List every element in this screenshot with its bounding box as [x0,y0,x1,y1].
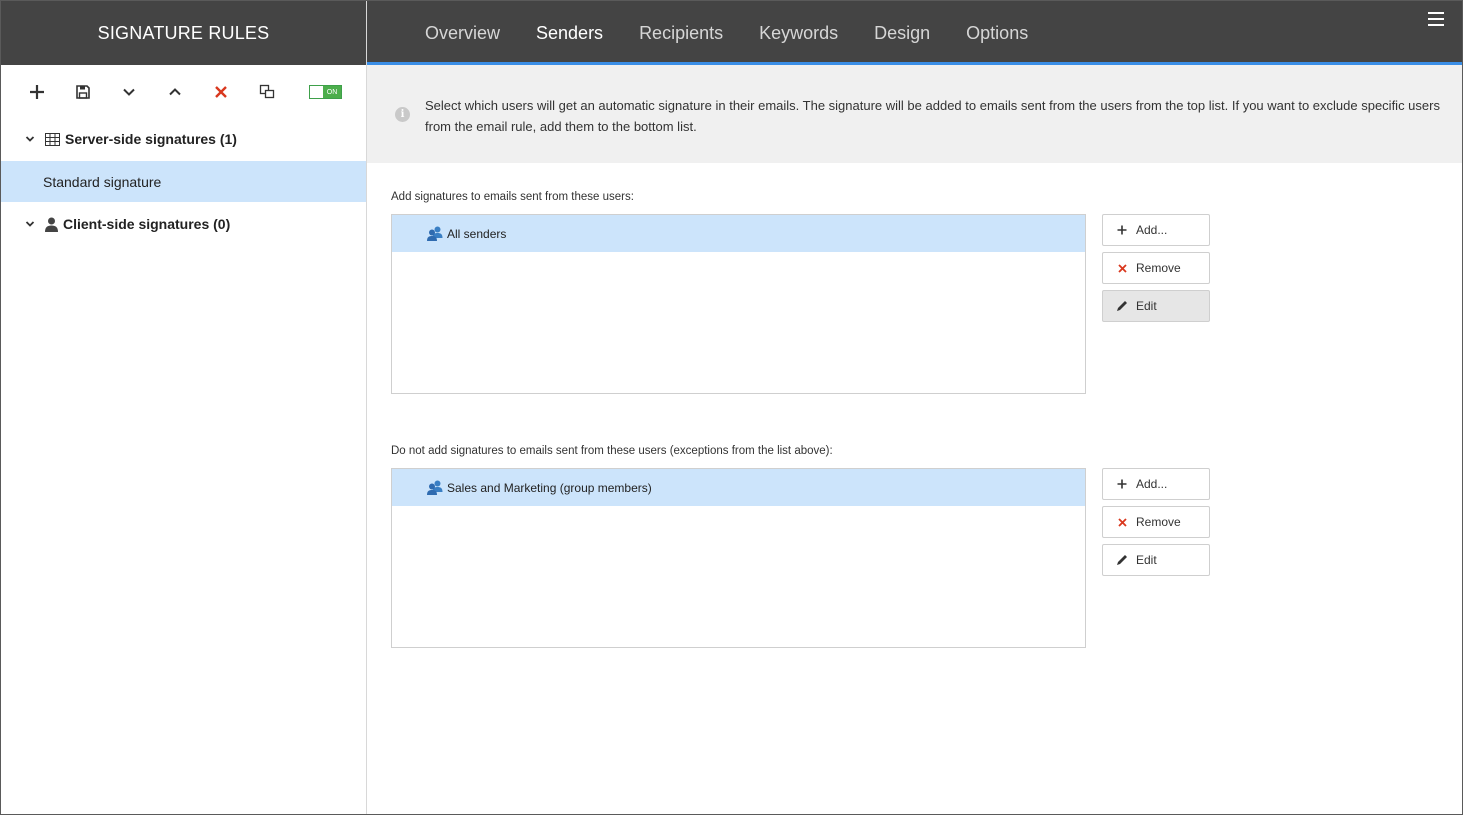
users-group-icon [427,480,443,495]
list-item[interactable]: All senders [392,215,1085,252]
info-text: Select which users will get an automatic… [425,98,1440,134]
list-item-label: All senders [447,226,507,241]
chevron-down-icon[interactable] [25,219,39,229]
tree-group-client-side[interactable]: Client-side signatures (0) [1,204,366,244]
pencil-icon [1115,554,1129,566]
button-label: Remove [1136,261,1181,275]
tab-design[interactable]: Design [856,1,948,65]
tree-item-standard-signature[interactable]: Standard signature [1,161,366,202]
tab-keywords[interactable]: Keywords [741,1,856,65]
tab-overview[interactable]: Overview [407,1,518,65]
move-down-icon[interactable] [117,80,141,104]
save-icon[interactable] [71,80,95,104]
plus-icon [1115,479,1129,489]
button-label: Remove [1136,515,1181,529]
include-users-list[interactable]: All senders [391,214,1086,394]
add-icon[interactable] [25,80,49,104]
info-icon: i [395,107,410,122]
menu-icon[interactable] [1428,12,1444,26]
exclude-add-button[interactable]: Add... [1102,468,1210,500]
close-icon [1115,517,1129,527]
server-icon [45,132,60,146]
chevron-down-icon[interactable] [25,134,39,144]
button-label: Add... [1136,223,1168,237]
tab-options[interactable]: Options [948,1,1046,65]
info-panel: i Select which users will get an automat… [367,65,1462,163]
include-add-button[interactable]: Add... [1102,214,1210,246]
toggle-label: ON [323,86,341,98]
close-icon [1115,263,1129,273]
tab-senders[interactable]: Senders [518,1,622,65]
exclude-edit-button[interactable]: Edit [1102,544,1210,576]
include-edit-button[interactable]: Edit [1102,290,1210,322]
include-remove-button[interactable]: Remove [1102,252,1210,284]
users-group-icon [427,226,443,241]
exclude-remove-button[interactable]: Remove [1102,506,1210,538]
tree-item-label: Standard signature [43,173,162,190]
tree-group-label: Server-side signatures (1) [65,131,237,147]
plus-icon [1115,225,1129,235]
tab-recipients[interactable]: Recipients [621,1,741,65]
tree-group-server-side[interactable]: Server-side signatures (1) [1,119,366,159]
toggle-knob [310,86,323,98]
list-item[interactable]: Sales and Marketing (group members) [392,469,1085,506]
top-navigation: Overview Senders Recipients Keywords Des… [367,1,1462,65]
delete-icon[interactable] [209,80,233,104]
exclude-section-label: Do not add signatures to emails sent fro… [391,445,833,457]
include-section-label: Add signatures to emails sent from these… [391,191,634,203]
sidebar-toolbar: ON [1,65,366,119]
sidebar: SIGNATURE RULES ON Server-side signature… [1,1,367,814]
user-icon [45,217,58,232]
list-item-label: Sales and Marketing (group members) [447,480,652,495]
tab-bar: Overview Senders Recipients Keywords Des… [407,1,1046,65]
move-up-icon[interactable] [163,80,187,104]
button-label: Add... [1136,477,1168,491]
duplicate-icon[interactable] [255,80,279,104]
button-label: Edit [1136,553,1157,567]
button-label: Edit [1136,299,1157,313]
rule-enabled-toggle[interactable]: ON [309,85,342,99]
pencil-icon [1115,300,1129,312]
sidebar-title: SIGNATURE RULES [1,1,366,65]
tree-group-label: Client-side signatures (0) [63,216,231,232]
exclude-users-list[interactable]: Sales and Marketing (group members) [391,468,1086,648]
